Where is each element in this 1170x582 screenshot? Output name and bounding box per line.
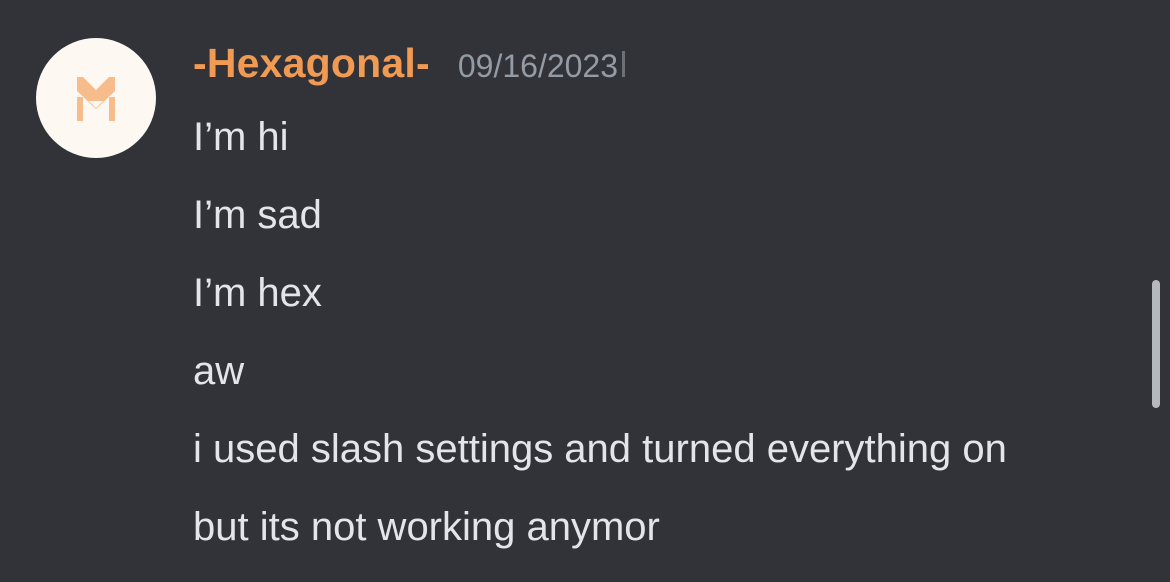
text-cursor — [622, 51, 626, 77]
scrollbar-thumb[interactable] — [1152, 280, 1160, 408]
message-line: I’m sad — [193, 193, 322, 237]
username[interactable]: -Hexagonal- — [193, 40, 430, 87]
message-line: i used slash settings and turned everyth… — [193, 427, 1007, 471]
message-line: I’m hex — [193, 271, 322, 315]
message-content: I’m hi I’m sad I’m hex aw i used slash s… — [193, 110, 1153, 578]
timestamp: 09/16/2023 — [457, 48, 619, 84]
chat-message: -Hexagonal- 09/16/2023 I’m hi I’m sad I’… — [0, 0, 1170, 582]
avatar[interactable] — [36, 38, 156, 158]
message-line: aw — [193, 349, 245, 393]
hexagonal-logo-icon — [77, 77, 115, 121]
message-line: I’m hi — [193, 115, 289, 159]
message-line: but its not working anymor — [193, 505, 660, 549]
message-header: -Hexagonal- 09/16/2023 — [193, 40, 626, 100]
